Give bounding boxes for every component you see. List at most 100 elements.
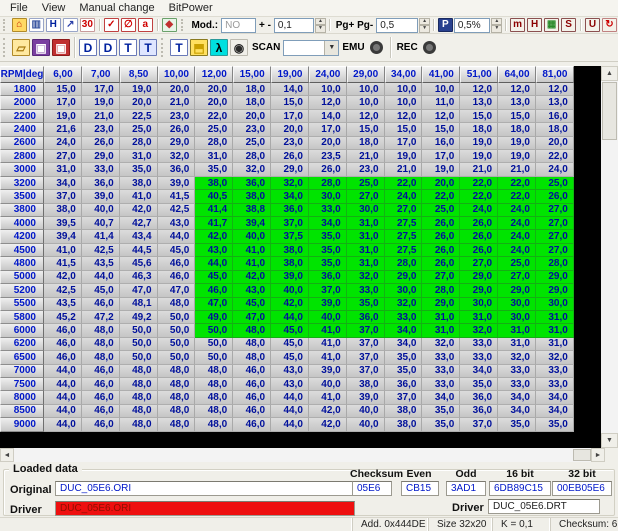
grid-cell[interactable]: 34,0 [309,217,347,230]
open-folder-icon[interactable]: ▱ [12,39,30,56]
grid-cell[interactable]: 20,0 [195,96,233,109]
toolbar-grip[interactable] [3,38,7,57]
table-h-icon[interactable]: H [46,18,61,32]
letter-u-icon[interactable]: U [585,18,600,32]
toolbar-grip[interactable] [161,38,165,57]
apply-check-icon[interactable]: ✓ [104,18,119,32]
grid-cell[interactable]: 38,8 [233,204,271,217]
grid-cell[interactable]: 45,0 [271,351,309,364]
grid-cell[interactable]: 28,0 [536,257,574,270]
grid-cell[interactable]: 50,0 [120,338,158,351]
grid-cell[interactable]: 46,0 [82,405,120,418]
grid-cell[interactable]: 29,0 [422,298,460,311]
grid-cell[interactable]: 44,0 [271,391,309,404]
row-header[interactable]: 7500 [0,378,44,391]
column-header[interactable]: 7,00 [82,66,120,83]
letter-h2-icon[interactable]: H [527,18,542,32]
column-header[interactable]: 19,00 [271,66,309,83]
grid-cell[interactable]: 37,0 [347,351,385,364]
grid-cell[interactable]: 17,0 [271,110,309,123]
grid-cell[interactable]: 21,6 [44,123,82,136]
grid-cell[interactable]: 20,0 [536,137,574,150]
grid-cell[interactable]: 35,0 [309,257,347,270]
grid-cell[interactable]: 37,0 [347,324,385,337]
grid-cell[interactable]: 20,0 [158,83,196,96]
menu-item-view[interactable]: View [36,1,74,15]
grid-cell[interactable]: 48,0 [195,418,233,431]
column-header[interactable]: 8,50 [120,66,158,83]
grid-cell[interactable]: 44,0 [158,230,196,243]
grid-cell[interactable]: 26,0 [536,190,574,203]
column-header[interactable]: 15,00 [233,66,271,83]
grid-cell[interactable]: 35,0 [536,418,574,431]
grid-cell[interactable]: 22,0 [422,190,460,203]
driver-file-field[interactable]: DUC_05E6.ORI [55,501,355,516]
chevron-down-icon[interactable]: ▼ [324,41,338,55]
grid-cell[interactable]: 24,0 [536,163,574,176]
table-t2-icon[interactable]: T [139,39,157,56]
row-header[interactable]: 2400 [0,123,44,136]
grid-cell[interactable]: 42,0 [309,405,347,418]
spin-down-icon[interactable]: ▼ [491,25,502,33]
grid-cell[interactable]: 26,0 [158,123,196,136]
grid-cell[interactable]: 25,0 [536,177,574,190]
grid-cell[interactable]: 48,0 [195,391,233,404]
row-header[interactable]: 3000 [0,163,44,176]
percent-30-icon[interactable]: 30 [80,18,95,32]
menu-item-bitpower[interactable]: BitPower [163,1,221,15]
grid-cell[interactable]: 26,0 [460,230,498,243]
grid-cell[interactable]: 33,0 [536,365,574,378]
spin-up-icon[interactable]: ▲ [419,18,430,26]
grid-cell[interactable]: 35,0 [385,351,423,364]
grid-cell[interactable]: 23,0 [233,123,271,136]
grid-cell[interactable]: 29,0 [158,137,196,150]
grid-cell[interactable]: 48,0 [120,378,158,391]
grid-cell[interactable]: 19,0 [82,96,120,109]
grid-cell[interactable]: 33,0 [460,351,498,364]
grid-cell[interactable]: 41,7 [195,217,233,230]
grid-cell[interactable]: 10,0 [347,96,385,109]
grid-cell[interactable]: 30,0 [385,284,423,297]
home-icon[interactable]: ⌂ [12,18,27,32]
grid-cell[interactable]: 27,0 [44,150,82,163]
grid-cell[interactable]: 25,0 [195,123,233,136]
grid-cell[interactable]: 48,0 [158,378,196,391]
grid-cell[interactable]: 15,0 [498,110,536,123]
grid-cell[interactable]: 37,5 [271,230,309,243]
grid-cell[interactable]: 22,0 [460,190,498,203]
grid-cell[interactable]: 23,0 [158,110,196,123]
row-header[interactable]: 4200 [0,230,44,243]
grid-cell[interactable]: 10,0 [309,83,347,96]
grid-cell[interactable]: 50,0 [195,338,233,351]
horizontal-scroll-track[interactable] [14,448,573,462]
grid-cell[interactable]: 22,0 [460,177,498,190]
grid-cell[interactable]: 44,0 [271,311,309,324]
grid-cell[interactable]: 41,5 [44,257,82,270]
grid-cell[interactable]: 48,0 [82,338,120,351]
grid-cell[interactable]: 20,0 [309,137,347,150]
grid-cell[interactable]: 33,0 [385,311,423,324]
grid-cell[interactable]: 33,0 [498,378,536,391]
row-header[interactable]: 3500 [0,190,44,203]
grid-cell[interactable]: 17,0 [309,123,347,136]
grid-cell[interactable]: 19,0 [498,150,536,163]
grid-cell[interactable]: 39,0 [271,271,309,284]
grid-cell[interactable]: 42,0 [309,418,347,431]
toolbar-grip[interactable] [3,19,7,30]
grid-cell[interactable]: 33,0 [347,284,385,297]
grid-cell[interactable]: 34,0 [385,338,423,351]
grid-cell[interactable]: 34,0 [536,405,574,418]
grid-cell[interactable]: 10,0 [347,83,385,96]
grid-cell[interactable]: 12,0 [309,96,347,109]
grid-cell[interactable]: 34,0 [498,405,536,418]
grid-cell[interactable]: 43,0 [271,378,309,391]
grid-cell[interactable]: 48,0 [82,324,120,337]
grid-cell[interactable]: 36,0 [158,163,196,176]
grid-cell[interactable]: 18,0 [233,96,271,109]
grid-cell[interactable]: 48,0 [233,338,271,351]
grid-cell[interactable]: 43,0 [158,217,196,230]
grid-cell[interactable]: 39,0 [347,391,385,404]
grid-cell[interactable]: 20,0 [120,96,158,109]
grid-cell[interactable]: 21,0 [82,110,120,123]
grid-cell[interactable]: 18,0 [536,123,574,136]
